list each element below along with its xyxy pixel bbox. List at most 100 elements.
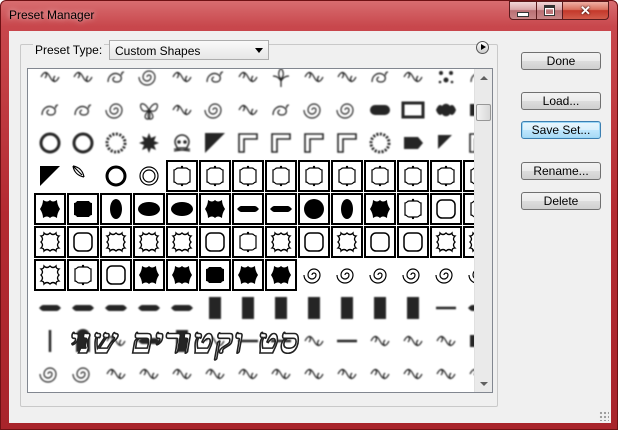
shape-preset-item[interactable]: [100, 358, 132, 390]
shape-preset-item[interactable]: [430, 69, 462, 93]
shape-preset-item[interactable]: [397, 358, 429, 390]
shape-preset-item[interactable]: [100, 160, 132, 192]
shape-preset-item[interactable]: [67, 160, 99, 192]
shape-preset-item[interactable]: [199, 69, 231, 93]
shape-preset-item[interactable]: [67, 358, 99, 390]
shape-preset-item[interactable]: [34, 94, 66, 126]
shape-preset-item[interactable]: [298, 358, 330, 390]
shape-preset-item[interactable]: [133, 292, 165, 324]
shape-preset-item[interactable]: [199, 160, 231, 192]
shape-preset-item[interactable]: [331, 391, 363, 392]
shape-preset-item[interactable]: [100, 391, 132, 392]
done-button[interactable]: Done: [521, 52, 601, 70]
shape-preset-item[interactable]: [265, 127, 297, 159]
shape-preset-item[interactable]: [364, 358, 396, 390]
shape-preset-item[interactable]: [133, 69, 165, 93]
shape-preset-item[interactable]: [133, 193, 165, 225]
shape-preset-item[interactable]: [331, 358, 363, 390]
shape-preset-item[interactable]: [34, 391, 66, 392]
shape-preset-item[interactable]: [430, 193, 462, 225]
shape-preset-item[interactable]: [331, 69, 363, 93]
title-bar[interactable]: Preset Manager ✕: [1, 1, 618, 31]
shape-preset-item[interactable]: [133, 160, 165, 192]
shape-preset-item[interactable]: [397, 226, 429, 258]
shape-preset-item[interactable]: [100, 193, 132, 225]
resize-grip-icon[interactable]: [599, 411, 609, 421]
shape-preset-item[interactable]: [166, 160, 198, 192]
shape-preset-item[interactable]: [199, 259, 231, 291]
shape-preset-item[interactable]: [430, 325, 462, 357]
shape-preset-item[interactable]: [166, 94, 198, 126]
shape-preset-item[interactable]: [430, 358, 462, 390]
shape-preset-item[interactable]: [232, 259, 264, 291]
shape-preset-item[interactable]: [232, 94, 264, 126]
shape-preset-item[interactable]: [166, 127, 198, 159]
shape-preset-item[interactable]: [100, 292, 132, 324]
shape-preset-item[interactable]: [265, 193, 297, 225]
shape-preset-item[interactable]: [265, 292, 297, 324]
shape-preset-item[interactable]: [397, 325, 429, 357]
shape-preset-item[interactable]: [67, 193, 99, 225]
shape-preset-item[interactable]: [265, 391, 297, 392]
shape-preset-item[interactable]: [67, 226, 99, 258]
shape-preset-item[interactable]: [232, 193, 264, 225]
shape-preset-item[interactable]: [397, 160, 429, 192]
shape-preset-item[interactable]: [364, 325, 396, 357]
shape-preset-item[interactable]: [100, 226, 132, 258]
shape-preset-item[interactable]: [133, 259, 165, 291]
shape-preset-item[interactable]: [430, 292, 462, 324]
shape-preset-item[interactable]: [67, 127, 99, 159]
shape-preset-item[interactable]: [298, 292, 330, 324]
shape-preset-item[interactable]: [34, 292, 66, 324]
shape-preset-item[interactable]: [364, 160, 396, 192]
shape-preset-item[interactable]: [100, 94, 132, 126]
shape-preset-item[interactable]: [364, 226, 396, 258]
shape-preset-item[interactable]: [265, 259, 297, 291]
shape-preset-item[interactable]: [34, 193, 66, 225]
shape-preset-item[interactable]: [364, 127, 396, 159]
shape-preset-item[interactable]: [265, 358, 297, 390]
shape-preset-item[interactable]: [199, 127, 231, 159]
shape-preset-item[interactable]: [397, 69, 429, 93]
shape-preset-item[interactable]: [166, 358, 198, 390]
shape-preset-item[interactable]: [298, 127, 330, 159]
shape-preset-item[interactable]: [133, 127, 165, 159]
shape-preset-item[interactable]: [100, 127, 132, 159]
shape-preset-item[interactable]: [67, 391, 99, 392]
save-set-button[interactable]: Save Set...: [521, 121, 601, 139]
shape-preset-item[interactable]: [265, 94, 297, 126]
shape-preset-item[interactable]: [331, 325, 363, 357]
shape-preset-item[interactable]: [232, 391, 264, 392]
shape-preset-item[interactable]: [199, 292, 231, 324]
shape-preset-item[interactable]: [397, 193, 429, 225]
shape-preset-item[interactable]: [133, 226, 165, 258]
shape-preset-item[interactable]: [67, 94, 99, 126]
shape-preset-item[interactable]: [199, 226, 231, 258]
vertical-scrollbar[interactable]: [474, 69, 492, 392]
shape-preset-item[interactable]: [100, 259, 132, 291]
shape-preset-item[interactable]: [430, 160, 462, 192]
shape-preset-item[interactable]: [331, 127, 363, 159]
shape-preset-item[interactable]: [133, 94, 165, 126]
scroll-thumb[interactable]: [476, 104, 491, 121]
shape-preset-item[interactable]: [430, 127, 462, 159]
shape-preset-item[interactable]: [265, 226, 297, 258]
shape-preset-item[interactable]: [430, 259, 462, 291]
shape-preset-item[interactable]: [232, 69, 264, 93]
shape-preset-item[interactable]: [298, 391, 330, 392]
shape-preset-item[interactable]: [34, 325, 66, 357]
shape-preset-item[interactable]: [67, 259, 99, 291]
shape-preset-item[interactable]: [34, 127, 66, 159]
shape-preset-item[interactable]: [298, 160, 330, 192]
shape-preset-item[interactable]: [133, 358, 165, 390]
load-button[interactable]: Load...: [521, 92, 601, 110]
delete-button[interactable]: Delete: [521, 192, 601, 210]
shape-preset-item[interactable]: [34, 69, 66, 93]
shape-preset-item[interactable]: [34, 259, 66, 291]
scroll-down-button[interactable]: [475, 375, 492, 392]
shape-preset-item[interactable]: [331, 160, 363, 192]
shape-preset-item[interactable]: [364, 94, 396, 126]
shape-preset-item[interactable]: [133, 391, 165, 392]
shape-preset-item[interactable]: [34, 358, 66, 390]
shape-preset-item[interactable]: [298, 325, 330, 357]
